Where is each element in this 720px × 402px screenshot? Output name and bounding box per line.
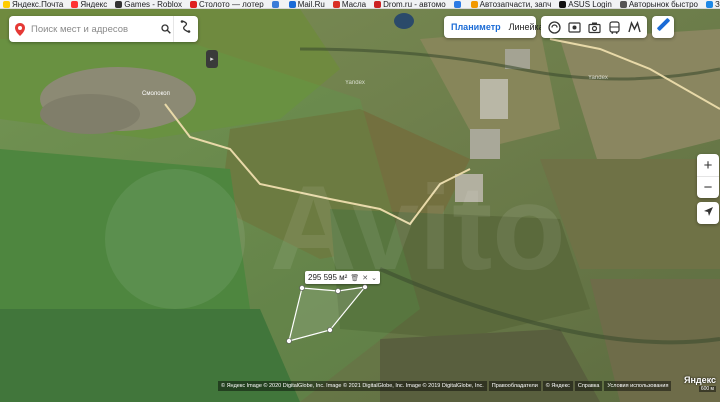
bookmark-favicon-icon <box>3 0 10 8</box>
geolocation-button[interactable] <box>697 202 719 224</box>
map-layers-toolbar <box>541 16 647 38</box>
bookmark-label: Mail.Ru <box>297 0 325 9</box>
footer-link-rights[interactable]: Правообладатели <box>488 381 541 391</box>
bookmark-favicon-icon <box>619 0 627 8</box>
bookmark-label: Авторынок быстро <box>628 0 698 9</box>
zoom-control: + − <box>697 154 719 198</box>
bookmark-item[interactable]: Яндекс <box>68 0 112 9</box>
bookmark-item[interactable]: Mail.Ru <box>286 0 330 9</box>
bookmark-item[interactable] <box>269 0 286 8</box>
close-icon[interactable]: ✕ <box>362 274 368 282</box>
bookmark-favicon-icon <box>288 0 296 8</box>
route-button[interactable] <box>173 16 197 42</box>
bookmark-label: Яндекс.Почта <box>12 0 64 9</box>
bookmark-label: Запчасти для инома <box>714 0 720 9</box>
bus-icon[interactable] <box>606 19 622 35</box>
panorama-icon[interactable] <box>566 19 582 35</box>
bookmark-item[interactable]: Яндекс.Почта <box>0 0 68 9</box>
bookmark-favicon-icon <box>190 0 198 8</box>
traffic-icon[interactable] <box>546 19 562 35</box>
bookmark-favicon-icon <box>332 0 340 8</box>
footer-link-terms[interactable]: Условия использования <box>604 381 672 391</box>
search-box[interactable]: Поиск мест и адресов <box>9 16 198 42</box>
map-footer: © Яндекс Image © 2020 DigitalGlobe, Inc.… <box>218 381 720 391</box>
bookmark-item[interactable]: Столото — лотер <box>187 0 269 9</box>
bookmark-label: Яндекс <box>80 0 108 9</box>
bookmark-item[interactable]: Запчасти для инома <box>703 0 720 9</box>
satellite-imagery[interactable]: Avito Смолокоп Yandex Yandex <box>0 9 720 402</box>
village-label: Смолокоп <box>142 91 170 97</box>
bookmark-item[interactable]: Автозапчасти, запч <box>468 0 557 9</box>
bookmark-item[interactable]: ASUS Login <box>556 0 617 9</box>
bookmark-favicon-icon <box>453 0 461 8</box>
ruler-icon <box>656 18 670 36</box>
delete-icon[interactable]: 🗑 <box>350 274 359 282</box>
bookmark-favicon-icon <box>559 0 567 8</box>
area-value: 295 595 м² <box>308 273 348 282</box>
bookmark-label: Drom.ru - автомо <box>383 0 446 9</box>
watermark-label-2: Yandex <box>345 80 365 86</box>
tool-switcher: Планиметр Линейка <box>444 16 544 38</box>
bookmark-favicon-icon <box>71 0 79 8</box>
location-pin-icon <box>9 16 31 42</box>
bookmark-item[interactable]: Games - Roblox <box>112 0 187 9</box>
bookmark-item[interactable]: Масла <box>330 0 371 9</box>
copyright-text: © Яндекс Image © 2020 DigitalGlobe, Inc.… <box>218 381 487 391</box>
bookmark-favicon-icon <box>374 0 382 8</box>
zoom-out-button[interactable]: − <box>697 176 719 198</box>
bookmark-label: Масла <box>341 0 367 9</box>
bookmark-label: Столото — лотер <box>199 0 264 9</box>
route-icon <box>180 20 191 38</box>
zoom-in-button[interactable]: + <box>697 154 719 176</box>
bookmark-label: Автозапчасти, запч <box>479 0 552 9</box>
sidebar-toggle-button[interactable]: ▸ <box>206 50 218 68</box>
metro-icon[interactable] <box>626 19 642 35</box>
bookmark-favicon-icon <box>470 0 478 8</box>
bookmark-item[interactable]: Авторынок быстро <box>617 0 703 9</box>
area-measurement-label: 295 595 м² 🗑 ✕ ⌄ <box>305 271 380 284</box>
navigation-arrow-icon <box>703 204 714 222</box>
chevron-right-icon: ▸ <box>210 56 214 63</box>
footer-link-yandex[interactable]: © Яндекс <box>542 381 573 391</box>
bookmarks-bar: Яндекс.Почта Яндекс Games - Roblox Столото … <box>0 0 720 9</box>
bookmark-label: Games - Roblox <box>124 0 183 9</box>
bookmark-label: ASUS Login <box>568 0 612 9</box>
ruler-button[interactable] <box>652 16 674 38</box>
bookmark-item[interactable]: Drom.ru - автомо <box>371 0 451 9</box>
bookmark-favicon-icon <box>271 0 279 8</box>
bookmark-favicon-icon <box>115 0 123 8</box>
search-input[interactable]: Поиск мест и адресов <box>31 24 156 35</box>
bookmark-favicon-icon <box>705 0 713 8</box>
watermark-label: Yandex <box>588 75 608 81</box>
tool-tab[interactable]: Планиметр <box>447 22 505 32</box>
map-view[interactable]: Avito Смолокоп Yandex Yandex Поиск мест … <box>0 9 720 402</box>
camera-icon[interactable] <box>586 19 602 35</box>
chevron-down-icon[interactable]: ⌄ <box>371 274 377 282</box>
bookmark-item[interactable] <box>451 0 468 8</box>
scale-bar: 600 м <box>698 386 716 392</box>
footer-link-help[interactable]: Справка <box>574 381 603 391</box>
